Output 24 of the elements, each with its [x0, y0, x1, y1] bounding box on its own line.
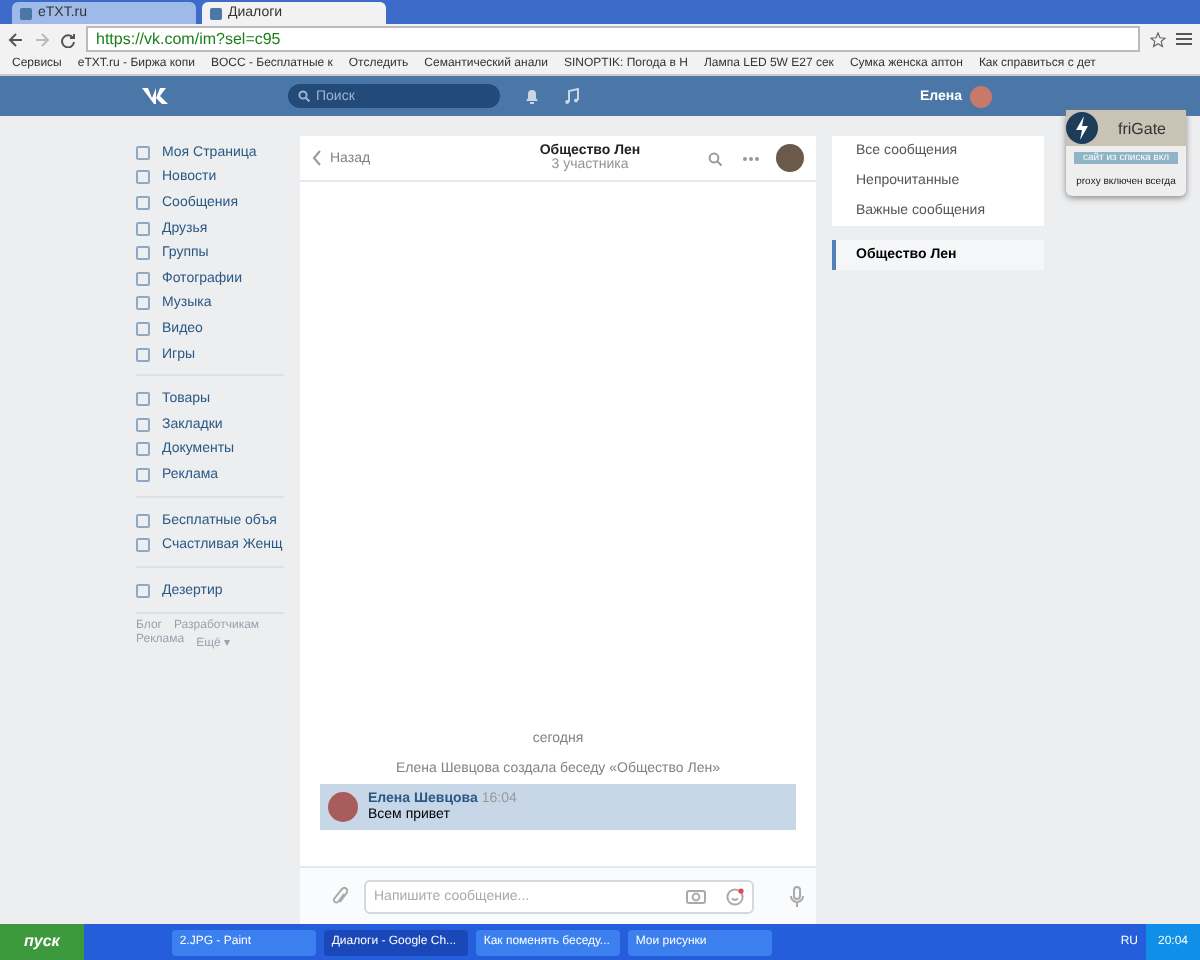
- back-icon[interactable]: [8, 31, 24, 47]
- reload-icon[interactable]: [60, 31, 76, 47]
- microphone-icon[interactable]: [790, 885, 804, 907]
- page-icon: [20, 7, 32, 19]
- avatar: [328, 792, 358, 822]
- chevron-left-icon[interactable]: [312, 150, 322, 166]
- smiley-icon[interactable]: [726, 887, 744, 905]
- start-button[interactable]: пуск: [0, 924, 84, 960]
- forward-icon[interactable]: [34, 31, 50, 47]
- search-icon[interactable]: [708, 151, 722, 165]
- lightning-icon: [1066, 112, 1098, 144]
- more-icon[interactable]: [742, 155, 760, 161]
- extension-title: friGate: [1115, 119, 1168, 137]
- address-field[interactable]: https://vk.com/im?sel=c95: [86, 26, 1140, 52]
- star-icon[interactable]: [1150, 31, 1166, 47]
- camera-icon[interactable]: [686, 888, 706, 904]
- search-icon: [298, 90, 310, 102]
- music-note-icon[interactable]: [564, 88, 580, 104]
- page-icon: [210, 7, 222, 19]
- paperclip-icon[interactable]: [332, 885, 348, 907]
- logo-icon[interactable]: [140, 86, 172, 106]
- menu-icon[interactable]: [1176, 32, 1192, 46]
- bell-icon[interactable]: [524, 88, 540, 104]
- chat-avatar[interactable]: [776, 144, 804, 172]
